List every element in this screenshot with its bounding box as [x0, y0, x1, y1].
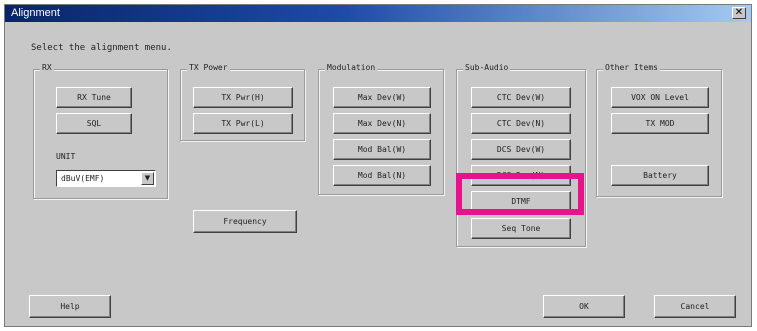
modulation-group: Modulation Max Dev(W) Max Dev(N) Mod Bal… [318, 63, 444, 195]
other-items-group-label: Other Items [603, 63, 660, 72]
help-button[interactable]: Help [29, 295, 111, 318]
seq-tone-button[interactable]: Seq Tone [471, 218, 571, 239]
tx-power-group-label: TX Power [187, 63, 230, 72]
ok-button[interactable]: OK [543, 295, 625, 318]
close-button[interactable]: ✕ [732, 7, 746, 19]
frequency-button[interactable]: Frequency [193, 210, 297, 233]
instruction-text: Select the alignment menu. [31, 43, 172, 53]
rx-group-label: RX [40, 63, 54, 72]
window-title: Alignment [11, 7, 60, 19]
sql-button[interactable]: SQL [56, 113, 132, 134]
battery-button[interactable]: Battery [611, 165, 709, 186]
max-dev-w-button[interactable]: Max Dev(W) [333, 87, 431, 108]
sub-audio-group: Sub-Audio CTC Dev(W) CTC Dev(N) DCS Dev(… [456, 63, 586, 247]
chevron-down-icon[interactable]: ▼ [141, 172, 154, 185]
dtmf-highlight-annotation [456, 173, 584, 215]
tx-pwr-high-button[interactable]: TX Pwr(H) [193, 87, 293, 108]
modulation-group-label: Modulation [325, 63, 378, 72]
alignment-dialog: Alignment ✕ Select the alignment menu. R… [4, 4, 752, 327]
ctc-dev-w-button[interactable]: CTC Dev(W) [471, 87, 571, 108]
tx-mod-button[interactable]: TX MOD [611, 113, 709, 134]
rx-group: RX RX Tune SQL UNIT dBuV(EMF) ▼ [33, 63, 168, 199]
unit-label: UNIT [56, 152, 76, 161]
cancel-button[interactable]: Cancel [654, 295, 736, 318]
other-items-group: Other Items VOX ON Level TX MOD Battery [596, 63, 722, 197]
dcs-dev-w-button[interactable]: DCS Dev(W) [471, 139, 571, 160]
max-dev-n-button[interactable]: Max Dev(N) [333, 113, 431, 134]
mod-bal-w-button[interactable]: Mod Bal(W) [333, 139, 431, 160]
unit-select[interactable]: dBuV(EMF) ▼ [56, 170, 156, 187]
close-icon: ✕ [734, 7, 744, 18]
ctc-dev-n-button[interactable]: CTC Dev(N) [471, 113, 571, 134]
vox-on-level-button[interactable]: VOX ON Level [611, 87, 709, 108]
mod-bal-n-button[interactable]: Mod Bal(N) [333, 165, 431, 186]
title-bar[interactable]: Alignment ✕ [5, 5, 751, 22]
sub-audio-group-label: Sub-Audio [463, 63, 511, 72]
unit-select-value: dBuV(EMF) [61, 174, 105, 183]
tx-power-group: TX Power TX Pwr(H) TX Pwr(L) [180, 63, 305, 141]
rx-tune-button[interactable]: RX Tune [56, 87, 132, 108]
tx-pwr-low-button[interactable]: TX Pwr(L) [193, 113, 293, 134]
